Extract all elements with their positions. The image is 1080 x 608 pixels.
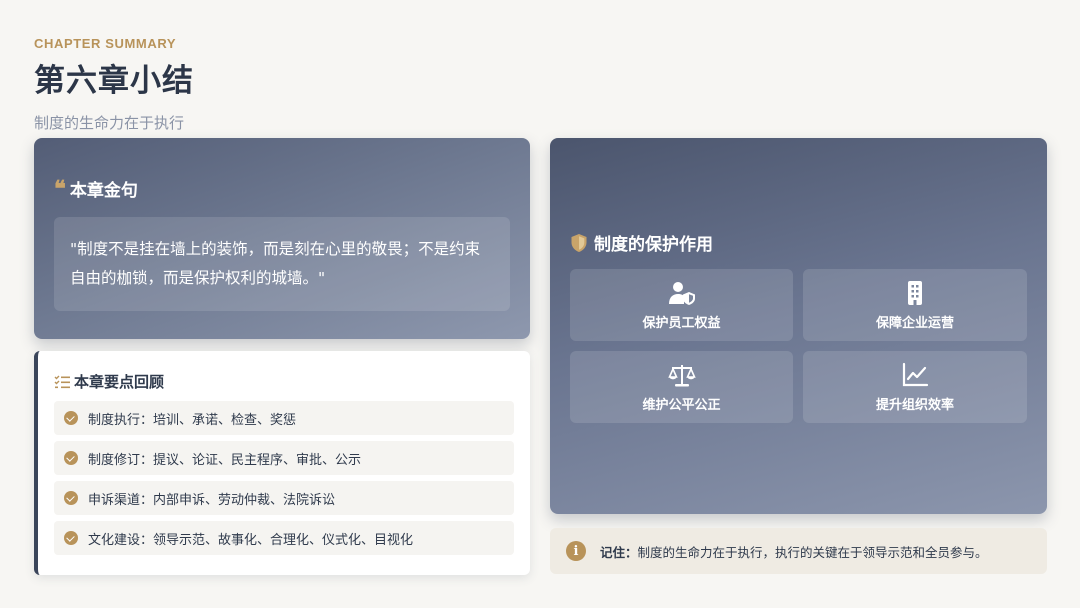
- quote-card: ❝ 本章金句 "制度不是挂在墙上的装饰，而是刻在心里的敬畏；不是约束自由的枷锁，…: [34, 138, 530, 339]
- list-item: 制度执行：培训、承诺、检查、奖惩: [54, 401, 514, 435]
- tile-label: 保护员工权益: [642, 315, 721, 331]
- page-subtitle: 制度的生命力在于执行: [34, 114, 185, 132]
- note-text: 制度的生命力在于执行，执行的关键在于领导示范和全员参与。: [637, 544, 988, 560]
- page-title: 第六章小结: [34, 63, 194, 99]
- list-check-icon: [54, 375, 70, 388]
- chart-line-icon: [902, 362, 929, 386]
- tile-efficiency: 提升组织效率: [803, 351, 1027, 423]
- shield-icon: [571, 233, 587, 252]
- tile-fairness: 维护公平公正: [570, 351, 793, 423]
- points-card-header: 本章要点回顾: [54, 371, 514, 392]
- check-circle-icon: [64, 531, 78, 545]
- points-card: 本章要点回顾 制度执行：培训、承诺、检查、奖惩 制度修订：提议、论证、民主程序、…: [34, 351, 530, 575]
- quote-card-title: 本章金句: [69, 181, 138, 201]
- list-item-label: 制度修订：提议、论证、民主程序、审批、公示: [88, 452, 362, 468]
- tile-label: 维护公平公正: [642, 397, 721, 413]
- user-shield-icon: [668, 281, 695, 305]
- list-item-label: 文化建设：领导示范、故事化、合理化、仪式化、目视化: [88, 532, 414, 548]
- quote-text: "制度不是挂在墙上的装饰，而是刻在心里的敬畏；不是约束自由的枷锁，而是保护权利的…: [54, 217, 510, 311]
- points-card-title: 本章要点回顾: [74, 373, 165, 391]
- list-item-label: 申诉渠道：内部申诉、劳动仲裁、法院诉讼: [88, 492, 336, 508]
- header: CHAPTER SUMMARY 第六章小结 制度的生命力在于执行: [34, 36, 194, 133]
- tile-enterprise-operation: 保障企业运营: [803, 269, 1027, 341]
- reminder-note: i 记住： 制度的生命力在于执行，执行的关键在于领导示范和全员参与。: [550, 528, 1047, 574]
- tile-label: 保障企业运营: [875, 315, 954, 331]
- info-icon: i: [566, 541, 586, 561]
- list-item: 制度修订：提议、论证、民主程序、审批、公示: [54, 441, 514, 475]
- protect-card-title: 制度的保护作用: [594, 235, 713, 255]
- note-label: 记住：: [600, 544, 638, 560]
- tile-label: 提升组织效率: [875, 397, 954, 413]
- list-item: 文化建设：领导示范、故事化、合理化、仪式化、目视化: [54, 521, 514, 555]
- protect-grid: 保护员工权益 保障企业运营 维护公平公正 提升组织效率: [570, 269, 1027, 423]
- check-circle-icon: [64, 451, 78, 465]
- list-item-label: 制度执行：培训、承诺、检查、奖惩: [88, 412, 297, 428]
- balance-scale-icon: [667, 364, 696, 386]
- tile-employee-rights: 保护员工权益: [570, 269, 793, 341]
- quote-icon: ❝: [54, 175, 66, 202]
- protect-card-header: 制度的保护作用: [570, 230, 1027, 255]
- quote-card-header: ❝ 本章金句: [54, 175, 510, 202]
- building-icon: [908, 280, 922, 305]
- protect-card: 制度的保护作用 保护员工权益 保障企业运营 维护公平公正 提升组织效率: [550, 138, 1047, 514]
- check-circle-icon: [64, 491, 78, 505]
- list-item: 申诉渠道：内部申诉、劳动仲裁、法院诉讼: [54, 481, 514, 515]
- chapter-kicker: CHAPTER SUMMARY: [34, 36, 177, 51]
- check-circle-icon: [64, 411, 78, 425]
